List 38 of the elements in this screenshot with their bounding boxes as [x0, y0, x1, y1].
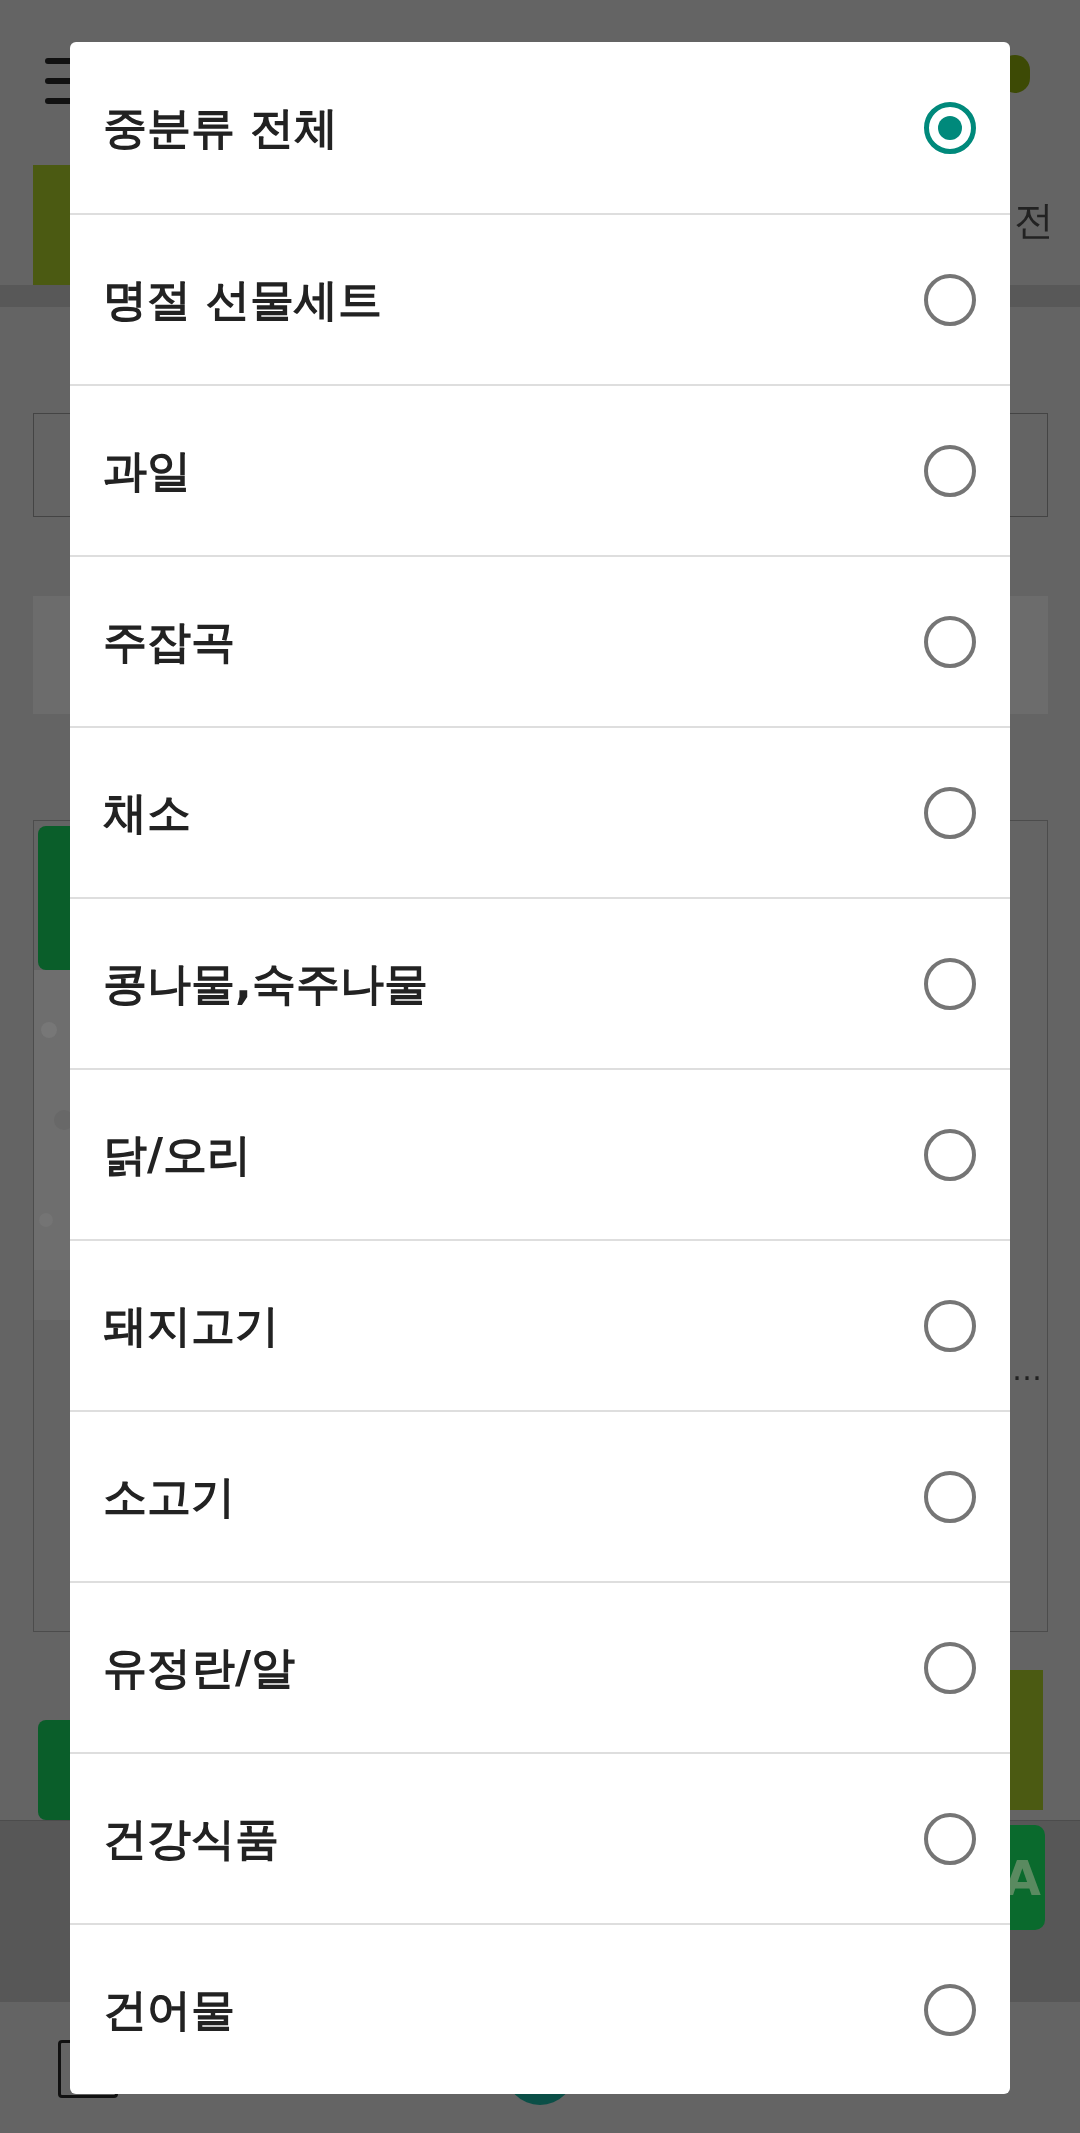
option-label: 건강식품	[103, 1811, 279, 1866]
radio-button[interactable]	[924, 1299, 976, 1352]
option-row[interactable]: 유정란/알	[70, 1581, 1010, 1752]
option-row[interactable]: 건어물	[70, 1923, 1010, 2094]
option-label: 과일	[103, 443, 191, 498]
radio-button[interactable]	[924, 786, 976, 839]
header-text: 전	[1014, 200, 1054, 240]
radio-button[interactable]	[924, 615, 976, 668]
option-row[interactable]: 채소	[70, 726, 1010, 897]
radio-button[interactable]	[924, 1641, 976, 1694]
option-label: 소고기	[103, 1469, 235, 1524]
radio-button[interactable]	[924, 957, 976, 1010]
option-row[interactable]: 건강식품	[70, 1752, 1010, 1923]
radio-button[interactable]	[924, 101, 976, 154]
option-label: 주잡곡	[103, 614, 235, 669]
radio-button[interactable]	[924, 444, 976, 497]
radio-button[interactable]	[924, 1983, 976, 2036]
option-row[interactable]: 돼지고기	[70, 1239, 1010, 1410]
radio-button[interactable]	[924, 1470, 976, 1523]
option-row[interactable]: 주잡곡	[70, 555, 1010, 726]
option-row[interactable]: 소고기	[70, 1410, 1010, 1581]
option-label: 콩나물,숙주나물	[103, 956, 428, 1011]
radio-button[interactable]	[924, 1128, 976, 1181]
option-row[interactable]: 중분류 전체	[70, 42, 1010, 213]
option-row[interactable]: 닭/오리	[70, 1068, 1010, 1239]
radio-button[interactable]	[924, 1812, 976, 1865]
option-label: 돼지고기	[103, 1298, 279, 1353]
option-label: 명절 선물세트	[103, 272, 383, 327]
radio-button[interactable]	[924, 273, 976, 326]
option-row[interactable]: 과일	[70, 384, 1010, 555]
option-row[interactable]: 명절 선물세트	[70, 213, 1010, 384]
option-label: 건어물	[103, 1982, 235, 2037]
option-label: 유정란/알	[103, 1640, 296, 1695]
option-label: 닭/오리	[103, 1127, 252, 1182]
option-label: 중분류 전체	[103, 100, 339, 155]
option-label: 채소	[103, 785, 191, 840]
ellipsis-text: …	[1012, 1355, 1042, 1385]
option-row[interactable]: 콩나물,숙주나물	[70, 897, 1010, 1068]
